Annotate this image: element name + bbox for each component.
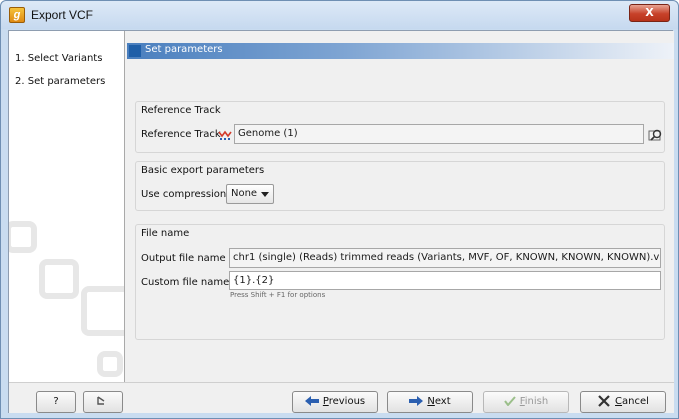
watermark-square [97, 351, 123, 377]
next-mnemonic: N [427, 396, 435, 407]
parameters-panel: Set parameters Reference Track Reference… [127, 31, 674, 382]
finish-label: inish [524, 396, 549, 407]
reset-button[interactable] [83, 391, 123, 413]
arrow-right-icon [409, 396, 424, 406]
watermark-square [39, 259, 79, 299]
close-button[interactable]: X [629, 4, 670, 22]
undo-icon [97, 396, 105, 405]
basic-group-title: Basic export parameters [141, 165, 265, 176]
button-bar: ? Previous Next Finish Cancel [9, 382, 674, 413]
custom-file-name-input[interactable]: {1}.{2} [229, 271, 661, 290]
basic-export-group: Basic export parameters Use compression … [135, 161, 665, 211]
export-vcf-dialog: g Export VCF X 1. Select Variants 2. Set… [0, 0, 679, 419]
help-label: ? [53, 396, 59, 407]
title-bar[interactable]: g Export VCF X [1, 1, 678, 29]
finish-button[interactable]: Finish [483, 391, 569, 413]
previous-button[interactable]: Previous [292, 391, 378, 413]
output-file-name-label: Output file name [141, 253, 226, 264]
previous-label: revious [328, 396, 366, 407]
next-label: ext [434, 396, 451, 407]
step-select-variants[interactable]: 1. Select Variants [15, 53, 102, 64]
header-marker [129, 45, 141, 57]
compression-select[interactable]: None [226, 184, 274, 204]
cancel-label: ancel [622, 396, 649, 407]
genome-track-icon [218, 130, 232, 140]
next-button[interactable]: Next [387, 391, 473, 413]
help-button[interactable]: ? [36, 391, 76, 413]
app-icon: g [9, 7, 25, 23]
check-icon [503, 396, 516, 406]
chevron-down-icon [261, 192, 269, 197]
compression-label: Use compression [141, 189, 227, 200]
browse-icon[interactable] [648, 127, 664, 143]
arrow-left-icon [304, 396, 319, 406]
custom-file-name-hint: Press Shift + F1 for options [230, 291, 326, 299]
reference-track-field[interactable]: Genome (1) [234, 124, 644, 144]
reference-track-group: Reference Track Reference Track Genome (… [135, 101, 665, 153]
cancel-x-icon [598, 395, 610, 407]
cancel-button[interactable]: Cancel [580, 391, 666, 413]
section-header: Set parameters [127, 43, 674, 59]
section-title: Set parameters [145, 44, 223, 55]
wizard-steps: 1. Select Variants 2. Set parameters [9, 31, 125, 382]
file-name-group: File name Output file name chr1 (single)… [135, 224, 665, 340]
reference-group-title: Reference Track [141, 105, 221, 116]
watermark-square [9, 221, 37, 253]
reference-track-label: Reference Track [141, 129, 221, 140]
window-title: Export VCF [31, 8, 94, 22]
file-name-group-title: File name [141, 228, 190, 239]
output-file-name-field[interactable]: chr1 (single) (Reads) trimmed reads (Var… [229, 248, 661, 268]
watermark-square [81, 286, 124, 336]
dialog-body: 1. Select Variants 2. Set parameters Set… [8, 30, 674, 413]
custom-file-name-label: Custom file name [141, 277, 230, 288]
cancel-mnemonic: C [615, 396, 623, 407]
step-set-parameters[interactable]: 2. Set parameters [15, 76, 105, 87]
compression-value: None [231, 188, 258, 199]
